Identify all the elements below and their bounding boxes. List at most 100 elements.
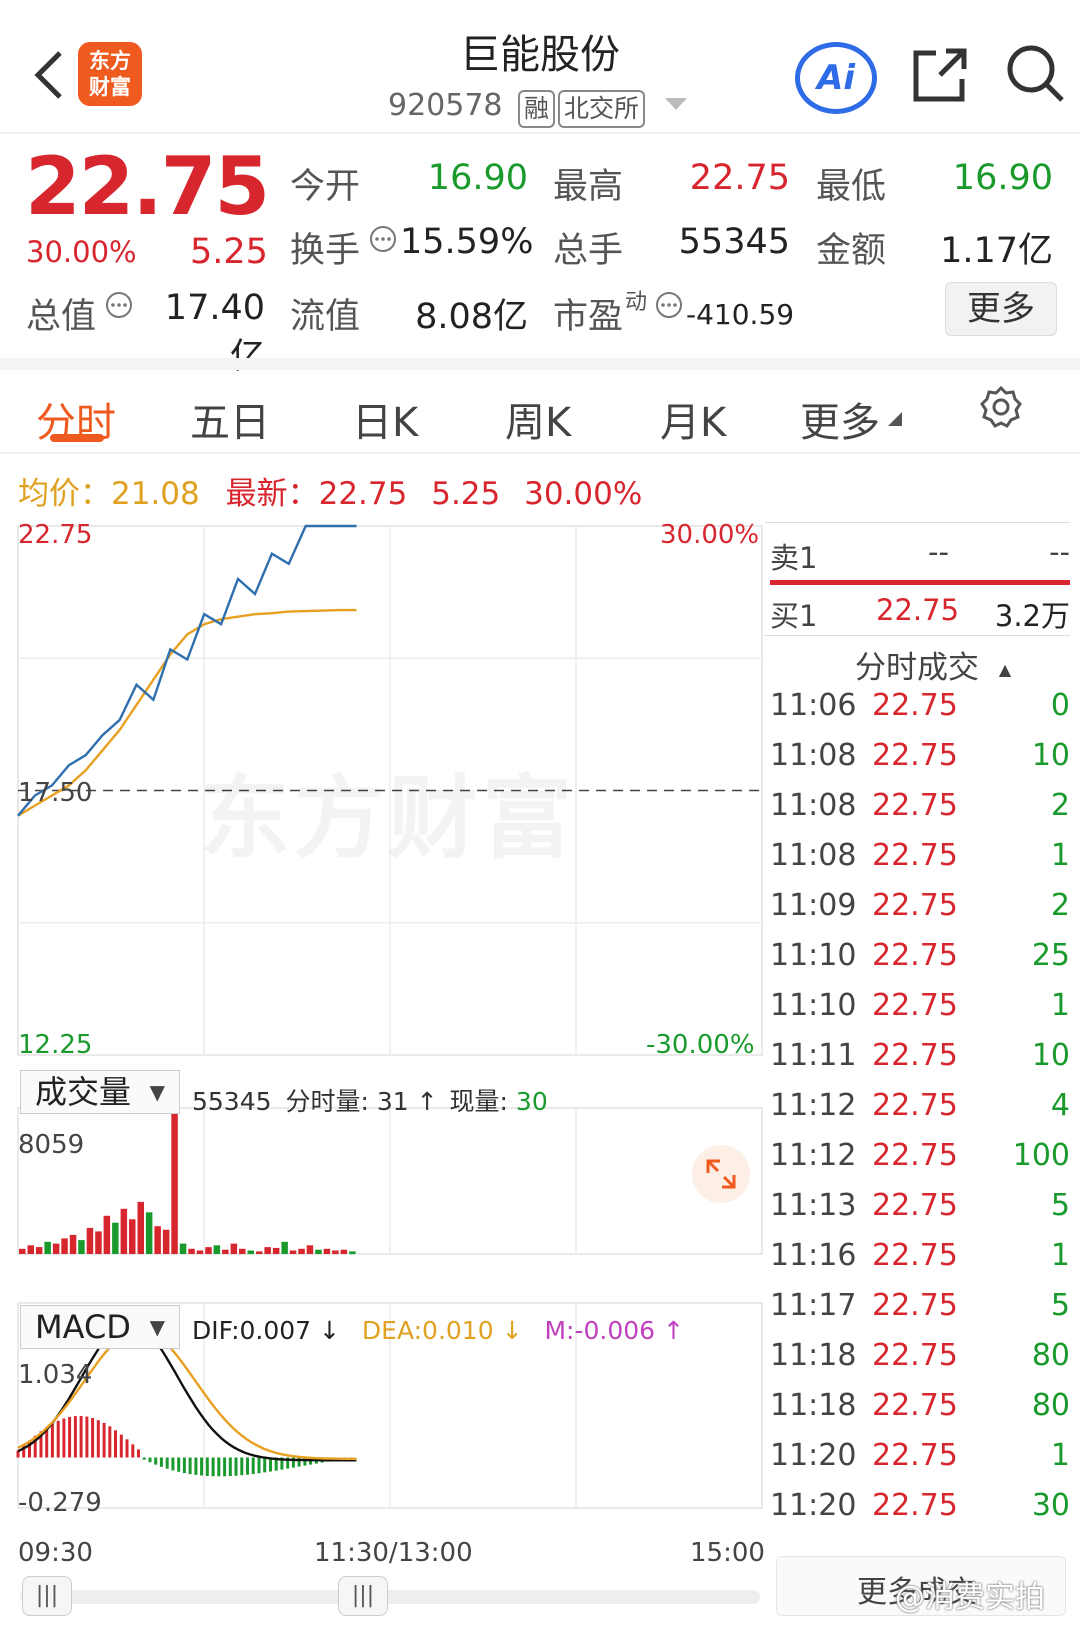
chart-watermark: 东方财富 xyxy=(200,745,576,875)
buy1-volume: 3.2万 xyxy=(994,599,1070,633)
volume-bar xyxy=(340,1249,348,1254)
volume-bar xyxy=(78,1240,85,1254)
minute-volume: 分时量: 31 xyxy=(285,1087,409,1116)
trades-header-label: 分时成交 xyxy=(855,650,979,686)
volume-bar xyxy=(272,1247,280,1254)
trade-row: 11:20 22.75 30 xyxy=(770,1488,1070,1538)
trade-time: 11:16 xyxy=(770,1238,857,1273)
volume-bar xyxy=(52,1243,60,1254)
tab-five-day[interactable]: 五日 xyxy=(190,390,270,448)
trade-volume: 0 xyxy=(1050,688,1070,723)
volume-bar xyxy=(247,1250,254,1254)
volume-bar xyxy=(323,1248,331,1254)
trade-volume: 2 xyxy=(1050,788,1070,823)
volume-bar xyxy=(205,1247,212,1254)
volume-bar xyxy=(332,1250,339,1254)
trade-volume: 1 xyxy=(1050,1238,1070,1273)
back-arrow-icon[interactable] xyxy=(30,45,70,105)
volume-bar xyxy=(289,1250,297,1254)
trade-time: 11:20 xyxy=(770,1438,857,1473)
volume-bar xyxy=(162,1229,170,1254)
y-axis-top-label: 22.75 xyxy=(18,520,93,550)
low-label: 最低 xyxy=(816,167,887,207)
trade-volume: 100 xyxy=(1012,1138,1070,1173)
volume-bar xyxy=(61,1238,68,1254)
volume-bar xyxy=(196,1250,204,1254)
trade-volume: 30 xyxy=(1031,1488,1070,1523)
pct-axis-top-label: 30.00% xyxy=(660,520,760,550)
expand-chart-button[interactable] xyxy=(692,1145,750,1203)
amount-label: 金额 xyxy=(816,231,887,271)
up-arrow-icon: ↑ xyxy=(416,1087,438,1116)
trade-volume: 80 xyxy=(1031,1388,1070,1423)
volume-bar xyxy=(306,1245,314,1254)
sort-triangle-icon: ▲ xyxy=(998,660,1012,679)
latest-value: 22.75 xyxy=(318,476,408,512)
time-range-slider[interactable] xyxy=(20,1590,760,1604)
volume-bar xyxy=(129,1219,136,1254)
info-icon[interactable] xyxy=(368,224,398,254)
slider-handle-right[interactable]: ||| xyxy=(338,1576,388,1616)
dropdown-chevron-icon[interactable] xyxy=(665,98,687,112)
volume-bar xyxy=(154,1226,161,1254)
latest-label: 最新： xyxy=(225,476,319,512)
trade-row: 11:09 22.75 2 xyxy=(770,888,1070,938)
volume-value: 55345 xyxy=(678,222,790,262)
settings-gear-icon[interactable] xyxy=(978,384,1024,430)
pe-label: 市盈 xyxy=(553,297,624,337)
trade-price: 22.75 xyxy=(872,1188,958,1223)
trade-volume: 1 xyxy=(1050,988,1070,1023)
trade-price: 22.75 xyxy=(872,1088,958,1123)
dropdown-triangle-icon: ▼ xyxy=(149,1315,165,1339)
buy1-label: 买1 xyxy=(770,599,818,633)
macd-m: M:-0.006 xyxy=(544,1316,656,1345)
trade-row: 11:20 22.75 1 xyxy=(770,1438,1070,1488)
share-icon[interactable] xyxy=(910,45,970,105)
current-price: 22.75 xyxy=(25,140,270,233)
trade-price: 22.75 xyxy=(872,1438,958,1473)
sell1-label: 卖1 xyxy=(770,541,818,575)
stock-code: 920578 xyxy=(388,88,503,123)
indicator-selector-macd[interactable]: MACD ▼ xyxy=(20,1305,180,1349)
volume-bar xyxy=(222,1249,229,1254)
trade-price: 22.75 xyxy=(872,1488,958,1523)
trade-row: 11:16 22.75 1 xyxy=(770,1238,1070,1288)
low-value: 16.90 xyxy=(952,158,1053,198)
trade-time: 11:08 xyxy=(770,788,857,823)
trade-time: 11:20 xyxy=(770,1488,857,1523)
trade-time: 11:06 xyxy=(770,688,857,723)
trade-price: 22.75 xyxy=(872,1388,958,1423)
footer-watermark: @消费实拍 xyxy=(895,1580,1045,1615)
trade-row: 11:10 22.75 25 xyxy=(770,938,1070,988)
slider-handle-left[interactable]: ||| xyxy=(22,1576,72,1616)
trade-price: 22.75 xyxy=(872,938,958,973)
float-cap-label: 流值 xyxy=(290,297,361,337)
volume-bar xyxy=(145,1212,153,1254)
pct-axis-bottom-label: -30.00% xyxy=(646,1030,755,1060)
intraday-summary: 均价：21.08 最新：22.75 5.25 30.00% xyxy=(18,468,642,513)
more-quote-button[interactable]: 更多 xyxy=(945,282,1057,336)
volume-total: 55345 xyxy=(192,1087,272,1116)
expand-icon xyxy=(706,1159,736,1189)
trade-row: 11:18 22.75 80 xyxy=(770,1388,1070,1438)
trade-time: 11:11 xyxy=(770,1038,857,1073)
tab-weekly-k[interactable]: 周K xyxy=(505,390,571,448)
search-icon[interactable] xyxy=(1004,42,1066,104)
change-amount: 5.25 xyxy=(190,232,268,272)
volume-bar xyxy=(44,1241,51,1254)
indicator-selector-volume[interactable]: 成交量 ▼ xyxy=(20,1070,180,1114)
trades-header[interactable]: 分时成交 ▲ xyxy=(855,642,1011,687)
up-arrow-icon: ↑ xyxy=(655,1316,684,1345)
trade-time: 11:17 xyxy=(770,1288,857,1323)
ai-button[interactable]: Ai xyxy=(795,42,877,114)
volume-bar xyxy=(69,1234,77,1254)
margin-tag: 融 xyxy=(518,90,556,128)
trade-price: 22.75 xyxy=(872,1238,958,1273)
trade-volume: 1 xyxy=(1050,1438,1070,1473)
change-percent: 30.00% xyxy=(26,235,137,269)
tab-more[interactable]: 更多 xyxy=(800,390,880,448)
tab-daily-k[interactable]: 日K xyxy=(352,390,418,448)
tab-monthly-k[interactable]: 月K xyxy=(660,390,726,448)
trade-price: 22.75 xyxy=(872,1338,958,1373)
info-icon[interactable] xyxy=(654,290,684,320)
